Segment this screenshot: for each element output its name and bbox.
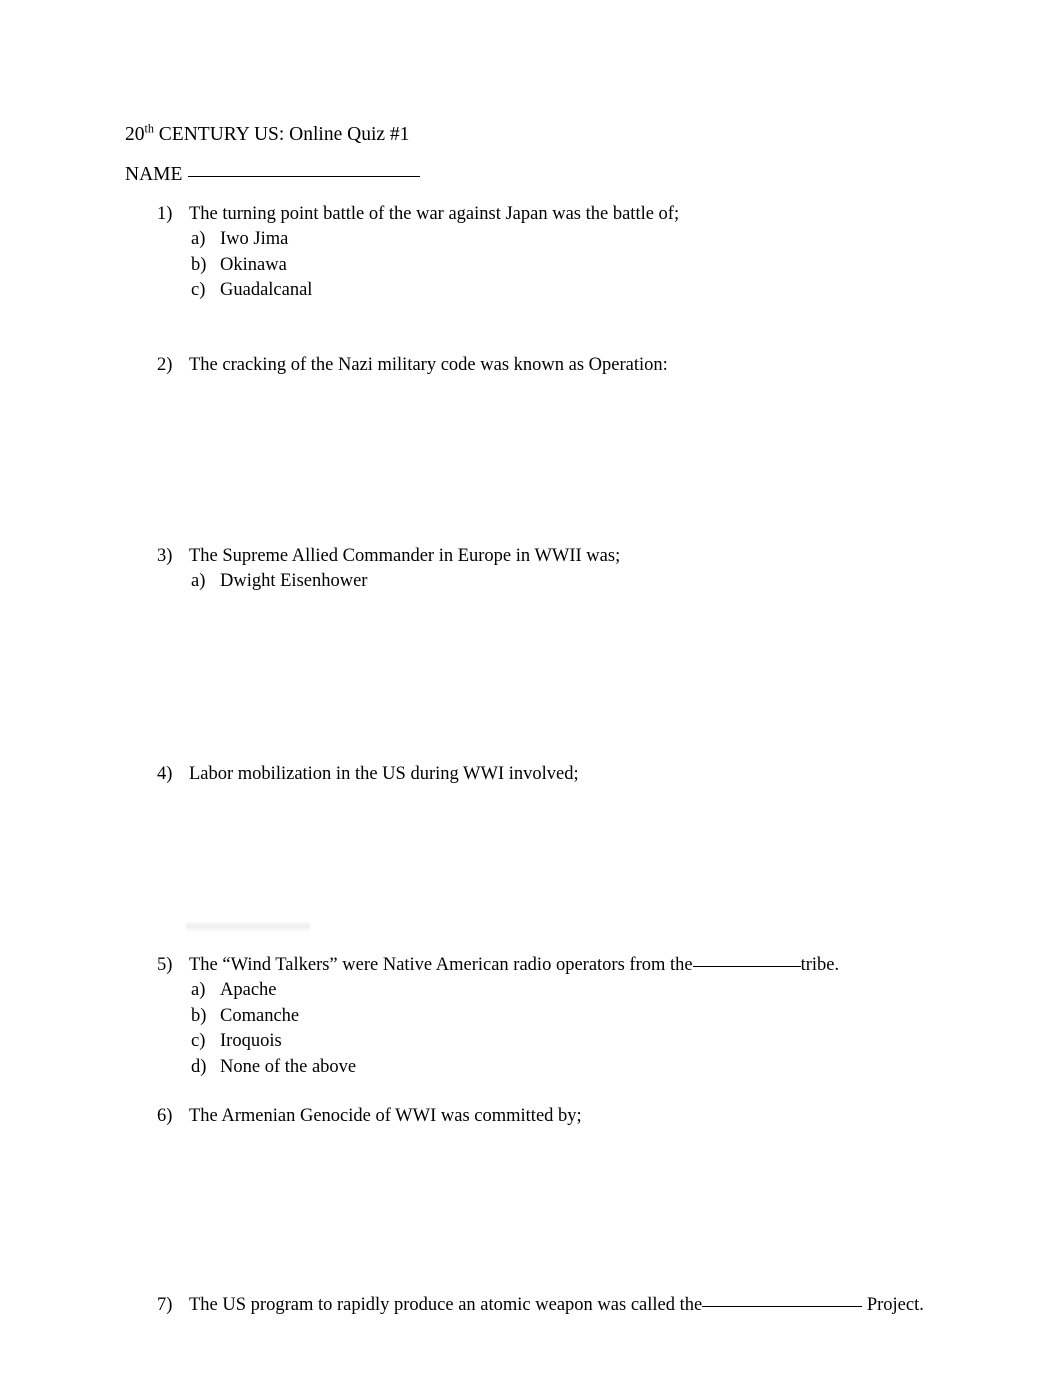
question-3: 3) The Supreme Allied Commander in Europ… xyxy=(157,544,947,595)
name-field-row: NAME xyxy=(125,163,421,187)
option-letter: a) xyxy=(191,571,206,591)
question-7-number: 7) xyxy=(157,1295,173,1315)
question-1-option-b[interactable]: b) Okinawa xyxy=(191,253,947,279)
question-1-text: The turning point battle of the war agai… xyxy=(189,204,680,224)
question-1-number: 1) xyxy=(157,204,173,224)
question-5-options: a) Apache b) Comanche c) Iroquois d) Non… xyxy=(191,978,947,1080)
question-5-text: The “Wind Talkers” were Native American … xyxy=(189,953,947,978)
option-label: Iroquois xyxy=(220,1031,282,1051)
question-3-text: The Supreme Allied Commander in Europe i… xyxy=(189,546,621,566)
name-blank-rule[interactable] xyxy=(188,176,421,177)
question-4-number: 4) xyxy=(157,764,173,784)
question-5-number: 5) xyxy=(157,955,173,975)
option-letter: d) xyxy=(191,1056,207,1077)
question-7-answer-blank[interactable] xyxy=(702,1306,863,1307)
question-1-options: a) Iwo Jima b) Okinawa c) Guadalcanal xyxy=(191,227,947,304)
option-label: Guadalcanal xyxy=(220,280,313,300)
question-5-option-b[interactable]: b) Comanche xyxy=(191,1004,947,1030)
option-label: Comanche xyxy=(220,1005,300,1026)
question-3-option-a[interactable]: a) Dwight Eisenhower xyxy=(191,569,947,595)
question-6: 6) The Armenian Genocide of WWI was comm… xyxy=(157,1104,947,1129)
option-letter: a) xyxy=(191,980,206,1000)
option-letter: b) xyxy=(191,1005,207,1026)
question-7-text: The US program to rapidly produce an ato… xyxy=(189,1293,949,1318)
question-5: 5) The “Wind Talkers” were Native Americ… xyxy=(157,953,947,1080)
option-label: Dwight Eisenhower xyxy=(220,571,368,591)
question-2-text: The cracking of the Nazi military code w… xyxy=(189,355,668,375)
title-superscript: th xyxy=(144,121,154,136)
question-5-option-c[interactable]: c) Iroquois xyxy=(191,1029,947,1055)
option-label: Apache xyxy=(220,980,277,1000)
question-6-text: The Armenian Genocide of WWI was committ… xyxy=(189,1106,582,1126)
question-7-text-after-blank: Project. xyxy=(866,1295,924,1315)
question-1-option-c[interactable]: c) Guadalcanal xyxy=(191,278,947,304)
question-6-number: 6) xyxy=(157,1106,173,1126)
question-5-text-before-blank: The “Wind Talkers” were Native American … xyxy=(189,955,693,975)
option-label: None of the above xyxy=(220,1056,357,1077)
faint-artifact-smudge xyxy=(186,921,310,932)
option-letter: a) xyxy=(191,229,206,249)
option-letter: c) xyxy=(191,280,206,300)
question-2: 2) The cracking of the Nazi military cod… xyxy=(157,353,947,378)
option-label: Iwo Jima xyxy=(220,229,289,249)
question-5-text-after-blank: tribe. xyxy=(800,955,840,975)
title-prefix: 20 xyxy=(125,124,145,145)
question-4: 4) Labor mobilization in the US during W… xyxy=(157,762,947,787)
option-label: Okinawa xyxy=(220,254,287,275)
document-page: 20th CENTURY US: Online Quiz #1 NAME 1) … xyxy=(0,0,1062,1377)
question-5-option-a[interactable]: a) Apache xyxy=(191,978,947,1004)
title-rest: CENTURY US: Online Quiz #1 xyxy=(153,124,410,145)
question-2-number: 2) xyxy=(157,355,173,375)
question-4-text: Labor mobilization in the US during WWI … xyxy=(189,764,579,784)
page-title: 20th CENTURY US: Online Quiz #1 xyxy=(125,121,410,147)
name-label: NAME xyxy=(125,164,183,185)
option-letter: b) xyxy=(191,254,207,275)
question-1-option-a[interactable]: a) Iwo Jima xyxy=(191,227,947,253)
question-3-number: 3) xyxy=(157,546,173,566)
question-3-options: a) Dwight Eisenhower xyxy=(191,569,947,595)
question-7-text-before-blank: The US program to rapidly produce an ato… xyxy=(189,1295,703,1315)
question-1: 1) The turning point battle of the war a… xyxy=(157,202,947,304)
question-5-option-d[interactable]: d) None of the above xyxy=(191,1055,947,1081)
option-letter: c) xyxy=(191,1031,206,1051)
question-5-answer-blank[interactable] xyxy=(692,966,801,967)
question-7: 7) The US program to rapidly produce an … xyxy=(157,1293,947,1318)
